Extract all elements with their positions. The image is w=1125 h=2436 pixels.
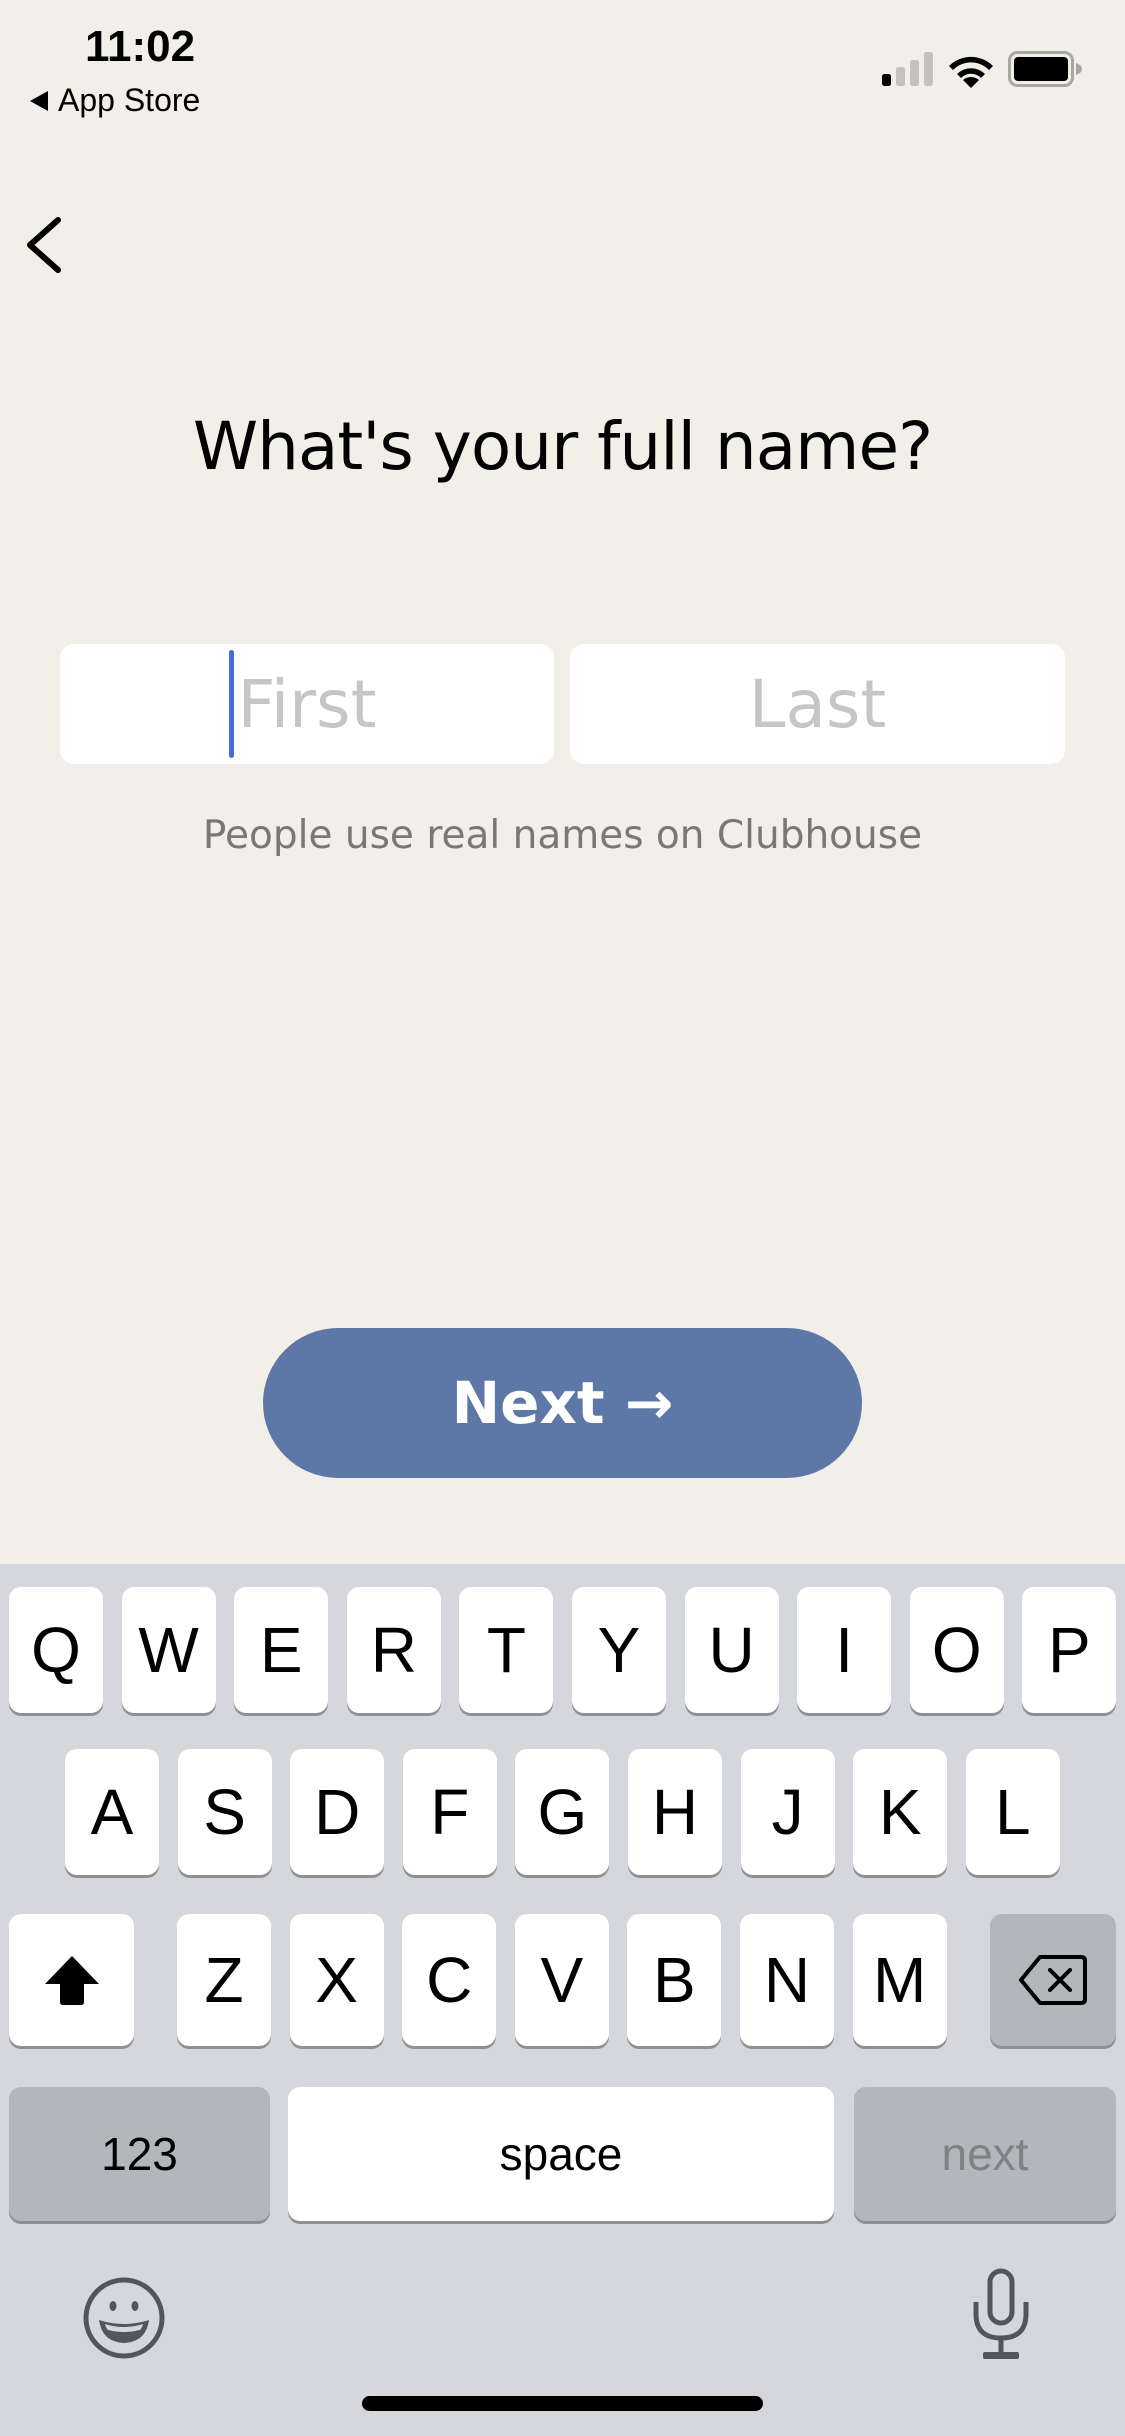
key-c[interactable]: C [402, 1914, 497, 2046]
back-to-app-store[interactable]: App Store [30, 82, 200, 119]
key-d[interactable]: D [290, 1749, 385, 1875]
key-l[interactable]: L [965, 1749, 1060, 1875]
key-r[interactable]: R [346, 1587, 441, 1713]
signal-bar-2 [896, 67, 905, 86]
key-o[interactable]: O [909, 1587, 1004, 1713]
last-name-input[interactable] [570, 643, 1065, 765]
next-button[interactable]: Next → [263, 1328, 862, 1478]
numbers-key[interactable]: 123 [9, 2087, 270, 2221]
key-h[interactable]: H [628, 1749, 722, 1875]
key-k[interactable]: K [853, 1749, 948, 1875]
key-y[interactable]: Y [572, 1587, 666, 1713]
backspace-icon [1019, 1955, 1087, 2005]
back-chevron-icon[interactable] [20, 210, 70, 280]
key-u[interactable]: U [684, 1587, 779, 1713]
shift-arrow-icon [44, 1956, 99, 2005]
first-name-field[interactable] [60, 643, 554, 765]
key-b[interactable]: B [627, 1914, 722, 2046]
key-p[interactable]: P [1022, 1587, 1117, 1713]
signal-bar-3 [910, 60, 919, 86]
last-name-field[interactable] [570, 643, 1065, 765]
key-q[interactable]: Q [9, 1587, 103, 1713]
signal-bar-4 [924, 52, 933, 86]
status-time: 11:02 [85, 22, 196, 71]
key-g[interactable]: G [515, 1749, 610, 1875]
back-triangle-icon [30, 90, 48, 111]
back-app-label: App Store [58, 82, 201, 118]
emoji-icon[interactable] [82, 2276, 166, 2360]
key-m[interactable]: M [852, 1914, 947, 2046]
first-name-input[interactable] [60, 643, 554, 765]
microphone-icon[interactable] [970, 2268, 1032, 2360]
key-x[interactable]: X [289, 1914, 384, 2046]
delete-key[interactable] [990, 1914, 1116, 2046]
key-s[interactable]: S [177, 1749, 272, 1875]
cellular-signal-icon [882, 52, 933, 86]
battery-icon [1008, 51, 1082, 87]
text-caret [229, 650, 234, 758]
key-j[interactable]: J [740, 1749, 835, 1875]
key-v[interactable]: V [514, 1914, 609, 2046]
key-a[interactable]: A [65, 1749, 159, 1875]
wifi-icon [949, 56, 993, 88]
space-key[interactable]: space [288, 2087, 834, 2221]
signal-bar-1 [882, 74, 891, 86]
key-i[interactable]: I [797, 1587, 892, 1713]
key-e[interactable]: E [234, 1587, 329, 1713]
keyboard: 123 space next QWERTYUIOP ASDFGHJKL ZXCVBN… [0, 1564, 1125, 2436]
key-w[interactable]: W [121, 1587, 216, 1713]
page-title: What's your full name? [192, 408, 933, 485]
key-z[interactable]: Z [177, 1914, 271, 2046]
key-f[interactable]: F [402, 1749, 497, 1875]
key-t[interactable]: T [459, 1587, 554, 1713]
return-next-key[interactable]: next [854, 2087, 1116, 2221]
real-names-hint: People use real names on Clubhouse [202, 813, 923, 858]
home-indicator[interactable] [362, 2396, 763, 2411]
shift-key[interactable] [9, 1914, 134, 2046]
key-n[interactable]: N [740, 1914, 834, 2046]
